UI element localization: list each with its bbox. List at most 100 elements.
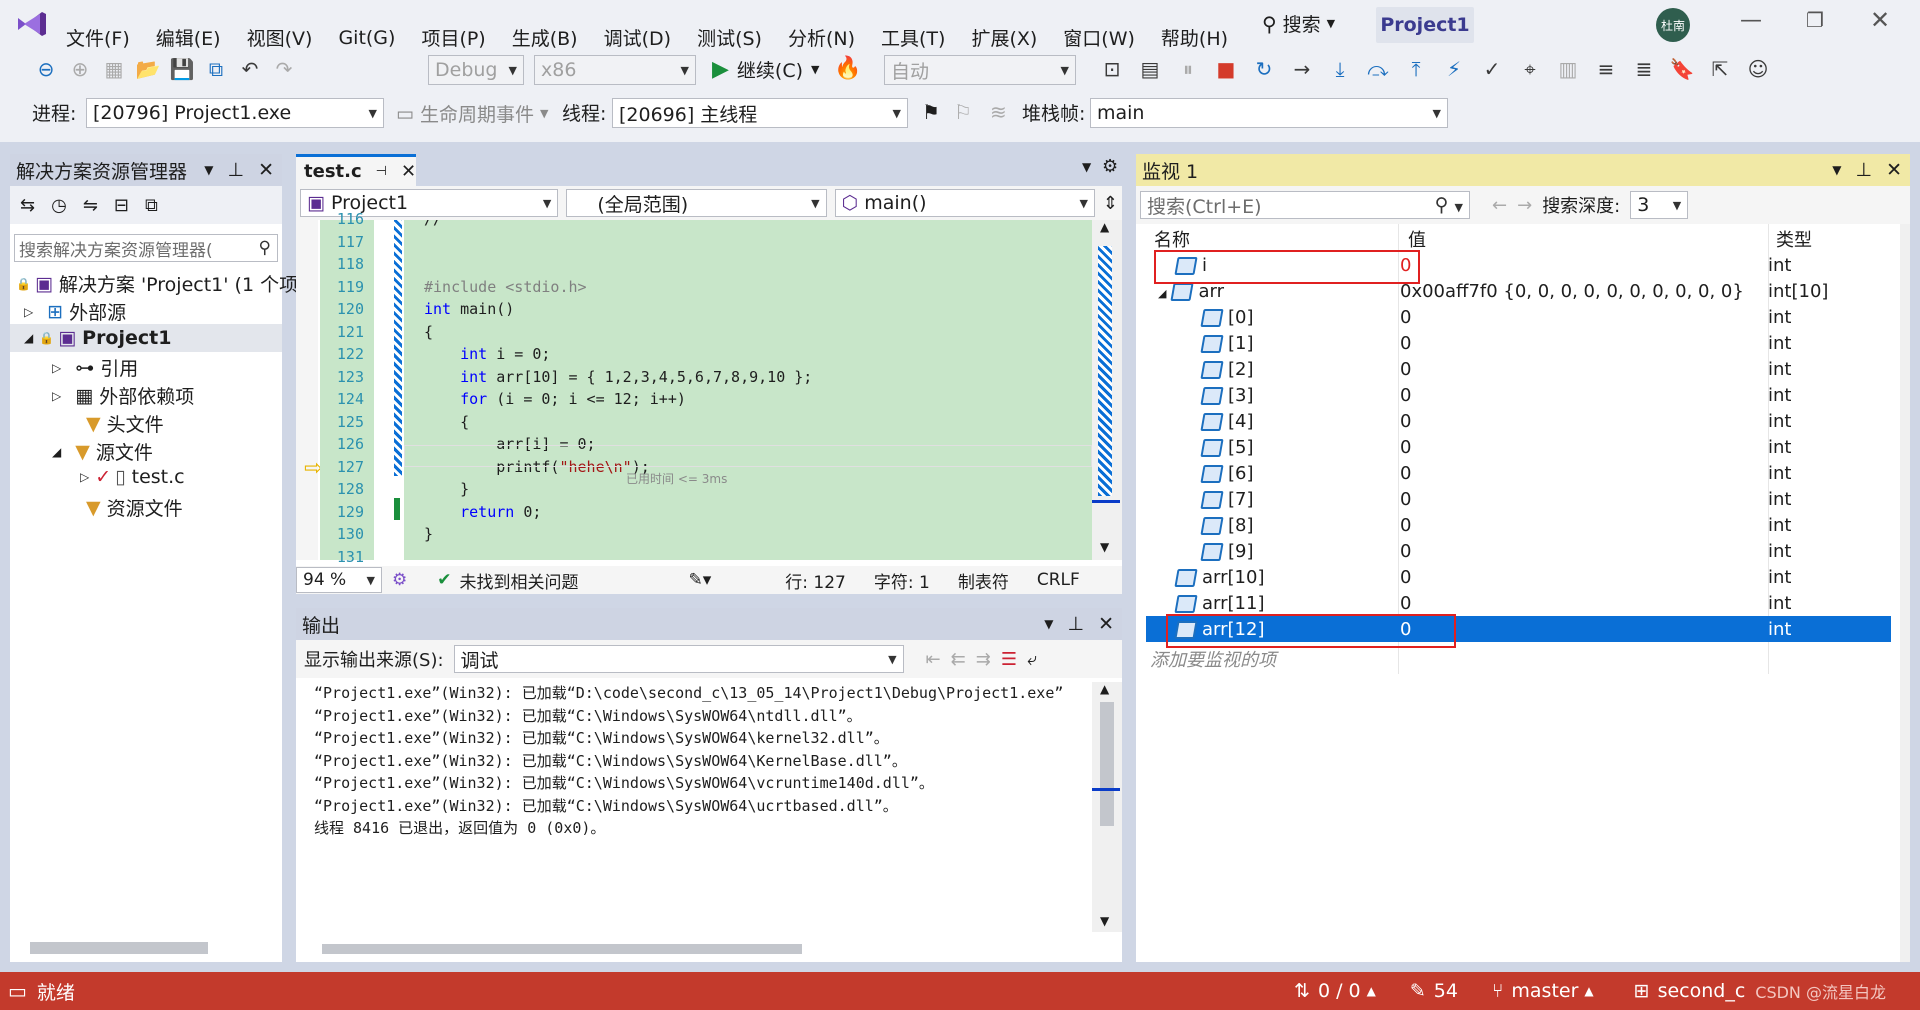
watch-row-arr11[interactable]: arr[11] 0 int <box>1146 590 1891 616</box>
close-icon[interactable]: ✕ <box>401 161 416 182</box>
find-message-icon[interactable]: ⇤ <box>926 649 941 670</box>
watch-row-arr-3[interactable]: [3] 0 int <box>1146 382 1891 408</box>
repo-name[interactable]: second_c <box>1658 980 1746 1002</box>
pin-icon[interactable]: ⊥ <box>1068 613 1085 635</box>
chevron-down-icon[interactable]: ▼ <box>1082 160 1091 174</box>
watch-row-arr-0[interactable]: [0] 0 int <box>1146 304 1891 330</box>
hot-reload-icon[interactable]: 🔥 <box>834 56 861 81</box>
column-value[interactable]: 值 <box>1408 226 1426 252</box>
glyph-margin[interactable] <box>296 220 318 560</box>
output-horizontal-scrollbar[interactable] <box>322 944 802 954</box>
menu-view[interactable]: 视图(V) <box>247 24 313 51</box>
auto-select[interactable]: 自动 ▼ <box>884 55 1076 85</box>
zoom-select[interactable]: 94 % ▼ <box>296 567 382 593</box>
tab-indicator[interactable]: 制表符 <box>958 568 1009 593</box>
layout-icon[interactable]: ▤ <box>1138 57 1162 81</box>
watch-row-arr10[interactable]: arr[10] 0 int <box>1146 564 1891 590</box>
scroll-up-icon[interactable]: ▲ <box>1100 220 1109 234</box>
chevron-down-icon[interactable]: ▼ <box>204 163 213 177</box>
pause-icon[interactable]: ⏸ <box>1176 57 1200 81</box>
diagnostics-icon[interactable]: ⚡ <box>1442 57 1466 81</box>
watch-row-arr-7[interactable]: [7] 0 int <box>1146 486 1891 512</box>
search-back-icon[interactable]: ← <box>1492 195 1507 216</box>
save-icon[interactable]: 💾 <box>170 57 195 81</box>
menu-analyze[interactable]: 分析(N) <box>788 24 855 51</box>
close-icon[interactable]: ✕ <box>258 159 274 181</box>
format-icon[interactable]: ▥ <box>1556 57 1580 81</box>
output-vertical-scrollbar[interactable]: ▲ ▼ <box>1092 682 1122 932</box>
search-depth-select[interactable]: 3 ▼ <box>1630 191 1689 219</box>
close-window-button[interactable]: ✕ <box>1870 6 1890 34</box>
nav-function-select[interactable]: ⬡ main() ▼ <box>834 189 1095 217</box>
locate-icon[interactable]: ⊡ <box>1100 57 1124 81</box>
step-out-icon[interactable]: ⤒ <box>1404 57 1428 81</box>
menu-help[interactable]: 帮助(H) <box>1161 24 1228 51</box>
notification-icon[interactable]: ▭ <box>8 979 27 1003</box>
watch-row-arr-5[interactable]: [5] 0 int <box>1146 434 1891 460</box>
restart-icon[interactable]: ↻ <box>1252 57 1276 81</box>
redo-icon[interactable]: ↷ <box>272 57 296 81</box>
new-project-icon[interactable]: ▦ <box>102 57 126 81</box>
pin-icon[interactable]: ⊥ <box>228 159 245 181</box>
minimize-button[interactable]: — <box>1740 8 1762 33</box>
clear-all-icon[interactable]: ☰ <box>1001 649 1017 670</box>
vertical-scrollbar[interactable]: ▲ ▼ <box>1092 220 1122 560</box>
gear-icon[interactable]: ⚙ <box>1102 156 1118 177</box>
forward-icon[interactable]: ⊕ <box>68 57 92 81</box>
thread-select[interactable]: [20696] 主线程 ▼ <box>612 98 908 128</box>
lifecycle-events-button[interactable]: ▭ 生命周期事件 ▼ <box>396 100 548 127</box>
stack-icon[interactable]: ≋ <box>990 100 1007 124</box>
expand-icon[interactable]: ▷ <box>52 389 61 403</box>
outdent-icon[interactable]: ≣ <box>1632 57 1656 81</box>
restore-button[interactable]: ❐ <box>1806 8 1824 32</box>
menu-git[interactable]: Git(G) <box>338 27 395 49</box>
back-icon[interactable]: ⊖ <box>34 57 58 81</box>
tree-test-c[interactable]: ▷ ✓ ▯ test.c <box>80 466 185 488</box>
watch-row-arr-1[interactable]: [1] 0 int <box>1146 330 1891 356</box>
watch-row-arr-9[interactable]: [9] 0 int <box>1146 538 1891 564</box>
branch-name[interactable]: master <box>1511 980 1578 1002</box>
undo-icon[interactable]: ↶ <box>238 57 262 81</box>
scroll-down-icon[interactable]: ▼ <box>1100 914 1109 928</box>
spellcheck-icon[interactable]: ✓ <box>1480 57 1504 81</box>
solution-search-input[interactable]: 搜索解决方案资源管理器( ⚲ <box>14 234 278 262</box>
code-area[interactable]: // #include <stdio.h> int main() { int i = … <box>404 220 1092 560</box>
swap-icon[interactable]: ⇋ <box>83 195 98 216</box>
collapse-icon[interactable]: ⊟ <box>114 195 129 216</box>
tree-solution[interactable]: 🔒 ▣ 解决方案 'Project1' (1 个项 <box>16 270 298 297</box>
tab-test-c[interactable]: test.c ⊣ ✕ <box>296 154 416 186</box>
menu-edit[interactable]: 编辑(E) <box>156 24 221 51</box>
process-select[interactable]: [20796] Project1.exe ▼ <box>86 98 384 128</box>
stack-frame-select[interactable]: main ▼ <box>1090 98 1448 128</box>
expand-icon[interactable]: ▷ <box>80 470 89 484</box>
chevron-down-icon[interactable]: ▼ <box>1044 617 1053 631</box>
search-button[interactable]: ⚲ 搜索 ▼ <box>1262 10 1335 37</box>
tree-external-dependencies[interactable]: ▷ ▦ 外部依赖项 <box>52 382 194 409</box>
tree-external-sources[interactable]: ▷ ⊞ 外部源 <box>24 298 126 325</box>
collapse-arrow-icon[interactable]: ◢ <box>24 331 33 345</box>
feedback-icon[interactable]: ☺ <box>1746 57 1770 81</box>
tree-resource-files[interactable]: ▼ 资源文件 <box>86 494 183 521</box>
watch-search-input[interactable]: 搜索(Ctrl+E) ⚲ ▼ <box>1140 191 1470 219</box>
history-icon[interactable]: ◷ <box>51 195 67 216</box>
line-indicator[interactable]: 行: 127 <box>785 568 846 593</box>
cursor-icon[interactable]: ⌖ <box>1518 57 1542 81</box>
output-text[interactable]: “Project1.exe”(Win32): 已加载“D:\code\secon… <box>314 682 1084 840</box>
menu-build[interactable]: 生成(B) <box>512 24 578 51</box>
expand-icon[interactable]: ▷ <box>24 305 33 319</box>
expand-icon[interactable]: ▷ <box>52 361 61 375</box>
horizontal-scrollbar[interactable] <box>30 942 208 954</box>
configuration-select[interactable]: Debug ▼ <box>428 55 524 85</box>
edits-count[interactable]: 54 <box>1434 980 1458 1002</box>
watch-vertical-scrollbar[interactable] <box>1900 224 1910 962</box>
output-source-select[interactable]: 调试 ▼ <box>453 645 904 673</box>
char-indicator[interactable]: 字符: 1 <box>874 568 930 593</box>
next-message-icon[interactable]: ⇉ <box>976 649 991 670</box>
tree-project[interactable]: ◢ 🔒 ▣ Project1 <box>10 324 282 352</box>
menu-file[interactable]: 文件(F) <box>66 24 130 51</box>
thread-flag-icon[interactable]: ⚐ <box>954 100 972 124</box>
tree-header-files[interactable]: ▼ 头文件 <box>86 410 164 437</box>
nav-scope-select[interactable]: (全局范围) ▼ <box>566 189 827 217</box>
collapse-arrow-icon[interactable]: ◢ <box>52 445 61 459</box>
chevron-down-icon[interactable]: ▼ <box>1832 163 1841 177</box>
